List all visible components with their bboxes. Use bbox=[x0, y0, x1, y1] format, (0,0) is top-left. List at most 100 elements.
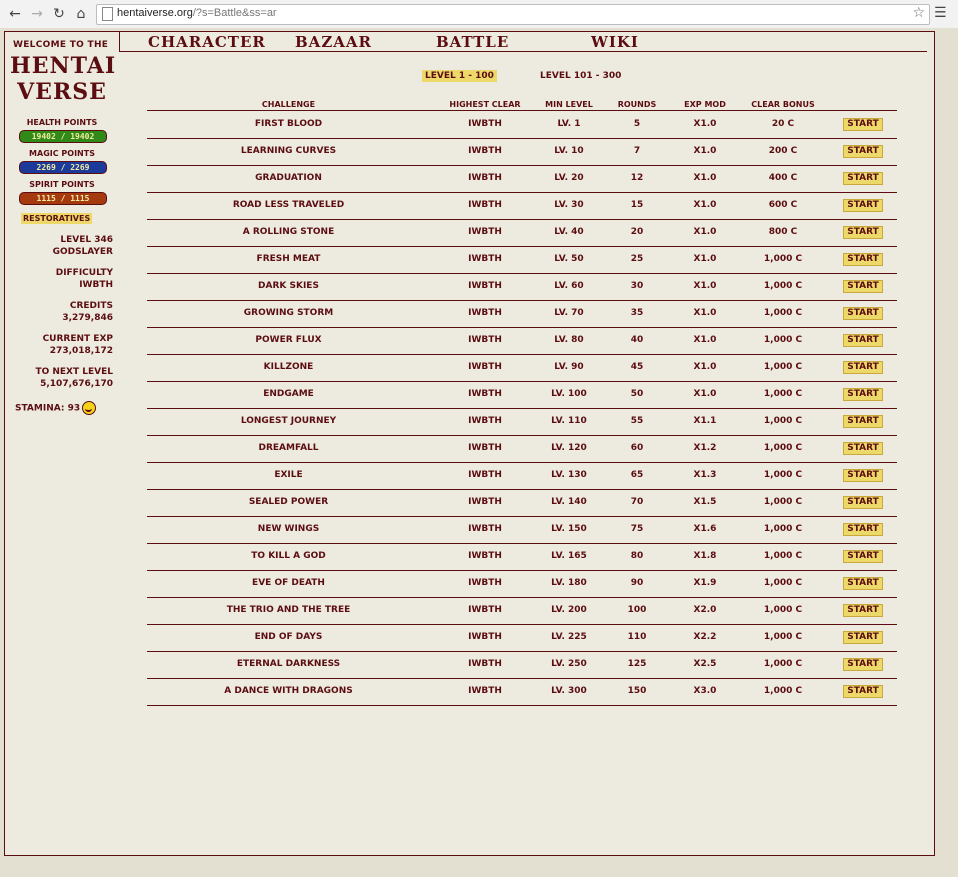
exp-mod: X1.5 bbox=[693, 497, 717, 507]
nav-battle[interactable]: BATTLE bbox=[436, 33, 509, 51]
highest-clear: IWBTH bbox=[468, 551, 502, 561]
table-row: ROAD LESS TRAVELED IWBTH LV. 30 15 X1.0 600 C… bbox=[147, 192, 897, 220]
home-icon[interactable]: ⌂ bbox=[72, 5, 90, 23]
tab-level-1-100[interactable]: LEVEL 1 - 100 bbox=[422, 70, 497, 82]
logo[interactable]: HENTAI VERSE bbox=[10, 53, 115, 105]
challenge-name: ROAD LESS TRAVELED bbox=[232, 200, 345, 210]
highest-clear: IWBTH bbox=[468, 146, 502, 156]
exp-mod: X1.6 bbox=[693, 524, 717, 534]
nav-bazaar[interactable]: BAZAAR bbox=[295, 33, 372, 51]
table-row: FIRST BLOOD IWBTH LV. 1 5 X1.0 20 C START bbox=[147, 111, 897, 139]
start-button[interactable]: START bbox=[843, 334, 883, 347]
next-level-label: TO NEXT LEVEL bbox=[35, 367, 113, 377]
min-level: LV. 140 bbox=[551, 497, 587, 507]
highest-clear: IWBTH bbox=[468, 362, 502, 372]
start-button[interactable]: START bbox=[843, 145, 883, 158]
rounds: 110 bbox=[627, 632, 647, 642]
start-button[interactable]: START bbox=[843, 469, 883, 482]
address-bar[interactable]: hentaiverse.org/?s=Battle&ss=ar ☆ bbox=[96, 4, 930, 25]
credits-stat: CREDITS 3,279,846 bbox=[62, 300, 113, 324]
table-row: GROWING STORM IWBTH LV. 70 35 X1.0 1,000 C STA… bbox=[147, 300, 897, 328]
highest-clear: IWBTH bbox=[468, 605, 502, 615]
clear-bonus: 20 C bbox=[771, 119, 795, 129]
rounds: 70 bbox=[630, 497, 644, 507]
page-icon bbox=[102, 7, 113, 21]
start-button[interactable]: START bbox=[843, 415, 883, 428]
challenge-name: END OF DAYS bbox=[254, 632, 323, 642]
highest-clear: IWBTH bbox=[468, 443, 502, 453]
start-button[interactable]: START bbox=[843, 172, 883, 185]
url-text[interactable]: hentaiverse.org/?s=Battle&ss=ar bbox=[117, 7, 277, 19]
exp-value: 273,018,172 bbox=[49, 346, 113, 356]
highest-clear: IWBTH bbox=[468, 254, 502, 264]
smiley-icon bbox=[82, 401, 97, 415]
start-button[interactable]: START bbox=[843, 685, 883, 698]
start-button[interactable]: START bbox=[843, 442, 883, 455]
min-level: LV. 300 bbox=[551, 686, 587, 696]
logo-line-2: VERSE bbox=[17, 79, 107, 105]
start-button[interactable]: START bbox=[843, 307, 883, 320]
start-button[interactable]: START bbox=[843, 118, 883, 131]
clear-bonus: 200 C bbox=[768, 146, 798, 156]
start-button[interactable]: START bbox=[843, 199, 883, 212]
tab-level-101-300[interactable]: LEVEL 101 - 300 bbox=[537, 70, 624, 82]
reload-icon[interactable]: ↻ bbox=[50, 5, 68, 23]
min-level: LV. 10 bbox=[554, 146, 584, 156]
back-arrow-icon[interactable]: ← bbox=[6, 5, 24, 23]
credits-value: 3,279,846 bbox=[62, 313, 113, 323]
table-row: THE TRIO AND THE TREE IWBTH LV. 200 100 X2.0… bbox=[147, 597, 897, 625]
clear-bonus: 1,000 C bbox=[763, 632, 803, 642]
start-button[interactable]: START bbox=[843, 496, 883, 509]
exp-mod: X1.0 bbox=[693, 119, 717, 129]
health-label: HEALTH POINTS bbox=[26, 118, 98, 127]
start-button[interactable]: START bbox=[843, 631, 883, 644]
browser-menu-icon[interactable]: ☰ bbox=[934, 5, 948, 21]
restoratives-button[interactable]: RESTORATIVES bbox=[21, 213, 93, 224]
start-button[interactable]: START bbox=[843, 388, 883, 401]
clear-bonus: 1,000 C bbox=[763, 362, 803, 372]
table-row: DREAMFALL IWBTH LV. 120 60 X1.2 1,000 C START bbox=[147, 435, 897, 463]
min-level: LV. 250 bbox=[551, 659, 587, 669]
challenge-name: SEALED POWER bbox=[248, 497, 329, 507]
table-row: ENDGAME IWBTH LV. 100 50 X1.0 1,000 C START bbox=[147, 381, 897, 409]
level-value: LEVEL 346 bbox=[60, 235, 113, 245]
start-button[interactable]: START bbox=[843, 361, 883, 374]
magic-label: MAGIC POINTS bbox=[29, 149, 95, 158]
challenge-name: FRESH MEAT bbox=[256, 254, 321, 264]
clear-bonus: 1,000 C bbox=[763, 335, 803, 345]
table-row: FRESH MEAT IWBTH LV. 50 25 X1.0 1,000 C START bbox=[147, 246, 897, 274]
start-button[interactable]: START bbox=[843, 658, 883, 671]
nav-wiki[interactable]: WIKI bbox=[591, 33, 639, 51]
header-challenge: CHALLENGE bbox=[261, 100, 316, 109]
rounds: 7 bbox=[633, 146, 641, 156]
rounds: 100 bbox=[627, 605, 647, 615]
nav-divider bbox=[119, 32, 120, 51]
start-button[interactable]: START bbox=[843, 550, 883, 563]
difficulty-stat: DIFFICULTY IWBTH bbox=[56, 267, 113, 291]
magic-bar: 2269 / 2269 bbox=[19, 161, 107, 174]
challenge-name: FIRST BLOOD bbox=[254, 119, 323, 129]
start-button[interactable]: START bbox=[843, 604, 883, 617]
start-button[interactable]: START bbox=[843, 280, 883, 293]
clear-bonus: 1,000 C bbox=[763, 281, 803, 291]
start-button[interactable]: START bbox=[843, 523, 883, 536]
clear-bonus: 1,000 C bbox=[763, 605, 803, 615]
highest-clear: IWBTH bbox=[468, 578, 502, 588]
rounds: 75 bbox=[630, 524, 644, 534]
min-level: LV. 80 bbox=[554, 335, 584, 345]
nav-character[interactable]: CHARACTER bbox=[148, 33, 266, 51]
table-row: KILLZONE IWBTH LV. 90 45 X1.0 1,000 C START bbox=[147, 354, 897, 382]
rounds: 30 bbox=[630, 281, 644, 291]
exp-mod: X3.0 bbox=[693, 686, 717, 696]
highest-clear: IWBTH bbox=[468, 659, 502, 669]
start-button[interactable]: START bbox=[843, 226, 883, 239]
start-button[interactable]: START bbox=[843, 577, 883, 590]
highest-clear: IWBTH bbox=[468, 416, 502, 426]
table-row: EXILE IWBTH LV. 130 65 X1.3 1,000 C START bbox=[147, 462, 897, 490]
min-level: LV. 120 bbox=[551, 443, 587, 453]
bookmark-star-icon[interactable]: ☆ bbox=[912, 5, 925, 21]
min-level: LV. 20 bbox=[554, 173, 584, 183]
forward-arrow-icon[interactable]: → bbox=[28, 5, 46, 23]
challenge-name: A ROLLING STONE bbox=[242, 227, 335, 237]
start-button[interactable]: START bbox=[843, 253, 883, 266]
